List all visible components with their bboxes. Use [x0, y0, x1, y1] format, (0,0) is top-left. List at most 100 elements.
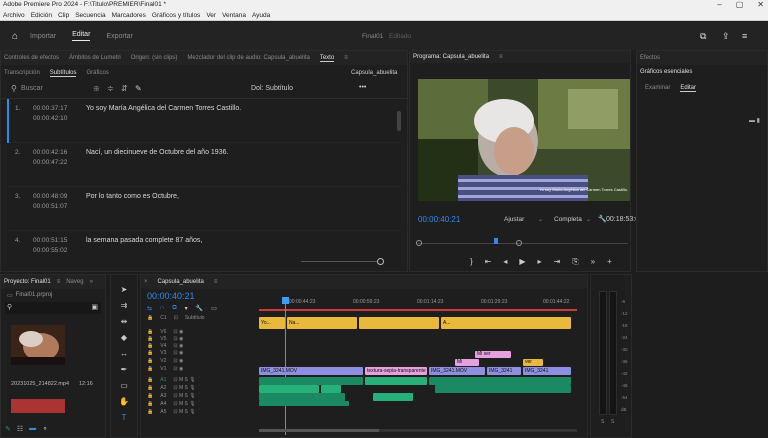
tab-source[interactable]: Origen: (sin clips): [131, 55, 178, 61]
tab-audio-clip-mixer[interactable]: Mezclador del clip de audio: Capsula_abu…: [187, 55, 309, 61]
solo-right-button[interactable]: S: [611, 419, 614, 425]
nest-icon[interactable]: ⇆: [147, 305, 152, 312]
caption-scrollbar[interactable]: [397, 111, 401, 131]
caption-clip[interactable]: Yo...: [259, 317, 285, 329]
tab-editar[interactable]: Editar: [72, 31, 91, 41]
tab-texto[interactable]: Texto: [319, 55, 335, 62]
selection-tool-icon[interactable]: ➤: [121, 285, 128, 294]
add-marker-icon[interactable]: ▾: [185, 305, 188, 312]
slip-icon[interactable]: ↔: [120, 349, 128, 358]
tab-program[interactable]: Programa: Capsula_abuelita: [413, 54, 489, 60]
menu-ventana[interactable]: Ventana: [222, 10, 246, 20]
chevron-down-icon[interactable]: ⌄: [538, 216, 543, 223]
maximize-button[interactable]: ▢: [736, 0, 744, 10]
step-back-icon[interactable]: ◂: [503, 257, 507, 267]
subtab-editar[interactable]: Editar: [680, 85, 697, 92]
search-input[interactable]: Buscar: [21, 85, 43, 92]
play-icon[interactable]: ▶: [519, 257, 525, 267]
mark-in-icon[interactable]: }: [470, 257, 473, 267]
panel-menu-icon[interactable]: ≡: [57, 279, 61, 285]
merge-caption-icon[interactable]: ⇵: [121, 84, 128, 93]
step-forward-icon[interactable]: ▸: [538, 257, 542, 267]
audio-clip-a1[interactable]: [365, 377, 427, 385]
menu-edicion[interactable]: Edición: [31, 10, 52, 20]
workspaces-icon[interactable]: ≡: [742, 31, 747, 41]
add-button-icon[interactable]: +: [607, 257, 612, 267]
share-icon[interactable]: ⇪: [722, 31, 730, 42]
audio-clip-a1[interactable]: [259, 377, 363, 385]
snap-icon[interactable]: ∩: [160, 305, 164, 312]
caption-text[interactable]: Yo soy María Angélica del Carmen Torres …: [86, 105, 241, 112]
scrub-handle[interactable]: [494, 238, 498, 244]
tab-graficos-esenciales[interactable]: Gráficos esenciales: [640, 69, 692, 75]
timeline-timecode[interactable]: 00:00:40:21: [147, 291, 195, 301]
caption-item[interactable]: 3. 00:00:48:09 00:00:51:07 Por lo tanto …: [9, 187, 401, 231]
add-caption-icon[interactable]: ⊕: [93, 84, 100, 93]
export-frame-icon[interactable]: ⎘: [572, 257, 578, 267]
chevron-down-icon[interactable]: ⌄: [586, 216, 591, 223]
tab-sequence[interactable]: Capsula_abuelita: [158, 279, 204, 285]
minimize-button[interactable]: –: [717, 0, 721, 10]
edit-icon[interactable]: ✎: [135, 84, 142, 93]
clip-textura[interactable]: textura-sepia-transparente: [365, 367, 427, 375]
panel-menu-icon[interactable]: ≡: [344, 55, 348, 61]
zoom-circle-icon[interactable]: ⚬: [42, 425, 48, 433]
menu-secuencia[interactable]: Secuencia: [75, 10, 105, 20]
razor-icon[interactable]: ◆: [121, 333, 127, 342]
ripple-edit-icon[interactable]: ⇹: [121, 317, 128, 326]
type-tool-icon[interactable]: T: [122, 413, 127, 422]
scrollbar-thumb[interactable]: [259, 429, 379, 432]
program-scrubber[interactable]: [416, 238, 628, 246]
rectangle-tool-icon[interactable]: ▭: [120, 381, 128, 390]
close-button[interactable]: ✕: [757, 0, 764, 10]
caption-item[interactable]: 4. 00:00:51:15 00:00:55:02 la semana pas…: [9, 231, 401, 275]
tab-navegador[interactable]: Naveg: [66, 279, 83, 285]
tab-lumetri-scopes[interactable]: Ámbitos de Lumetri: [69, 55, 121, 61]
bin-icon[interactable]: ▣: [91, 303, 98, 311]
home-icon[interactable]: ⌂: [12, 31, 18, 42]
pencil-icon[interactable]: ✎: [5, 425, 11, 433]
export-icon[interactable]: ⧉: [700, 31, 706, 42]
clip-img-v1[interactable]: IMG_3241: [487, 367, 521, 375]
menu-marcadores[interactable]: Marcadores: [112, 10, 146, 20]
solo-left-button[interactable]: S: [601, 419, 604, 425]
panel-menu-icon[interactable]: ≡: [499, 54, 503, 60]
more-options-button[interactable]: •••: [359, 84, 366, 91]
tab-project[interactable]: Proyecto: Final01: [4, 279, 51, 285]
clip-img-v1[interactable]: IMG_3241.MOV: [259, 367, 363, 375]
clip-ver[interactable]: ver: [523, 359, 543, 366]
more-buttons-icon[interactable]: »: [591, 257, 595, 267]
work-area-bar[interactable]: [259, 309, 577, 311]
caption-clip[interactable]: Na...: [287, 317, 357, 329]
menu-ver[interactable]: Ver: [206, 10, 216, 20]
audio-clip-a1[interactable]: [429, 377, 571, 385]
track-select-icon[interactable]: ⇉: [121, 301, 128, 310]
audio-clip-a2[interactable]: [321, 385, 341, 393]
menu-ayuda[interactable]: Ayuda: [252, 10, 270, 20]
pen-tool-icon[interactable]: ✒: [121, 365, 128, 374]
hand-tool-icon[interactable]: ✋: [119, 397, 129, 406]
go-to-in-icon[interactable]: ⇤: [485, 257, 492, 267]
menu-archivo[interactable]: Archivo: [3, 10, 25, 20]
subtab-graficos[interactable]: Gráficos: [86, 70, 108, 76]
playhead-handle[interactable]: [282, 297, 289, 304]
caption-item[interactable]: 2. 00:00:42:16 00:00:47:22 Nací, un diec…: [9, 143, 401, 187]
new-layer-icon[interactable]: ▬ ▮: [749, 117, 760, 124]
menu-graficos[interactable]: Gráficos y títulos: [152, 10, 200, 20]
project-search-row[interactable]: ⚲ ▣: [5, 302, 101, 314]
caption-item[interactable]: 1. 00:00:37:17 00:00:42:10 Yo soy María …: [7, 99, 401, 143]
audio-clip-a3[interactable]: [259, 393, 345, 401]
audio-clip-a2[interactable]: [259, 385, 319, 393]
clip-img-v1[interactable]: IMG_3241.MOV: [429, 367, 485, 375]
tab-importar[interactable]: Importar: [30, 33, 56, 40]
close-icon[interactable]: ×: [144, 279, 148, 285]
go-to-out-icon[interactable]: ⇥: [554, 257, 561, 267]
zoom-slider[interactable]: [301, 258, 384, 265]
fit-select[interactable]: Ajustar: [504, 216, 524, 223]
caption-text[interactable]: Nací, un diecinueve de Octubre del año 1…: [86, 149, 228, 156]
panel-menu-icon[interactable]: ≡: [214, 279, 218, 285]
audio-clip-a4[interactable]: [259, 401, 349, 406]
clip-thumbnail-2[interactable]: [11, 399, 65, 413]
track-visibility-icon[interactable]: ⊡: [174, 315, 178, 321]
tab-exportar[interactable]: Exportar: [106, 33, 132, 40]
